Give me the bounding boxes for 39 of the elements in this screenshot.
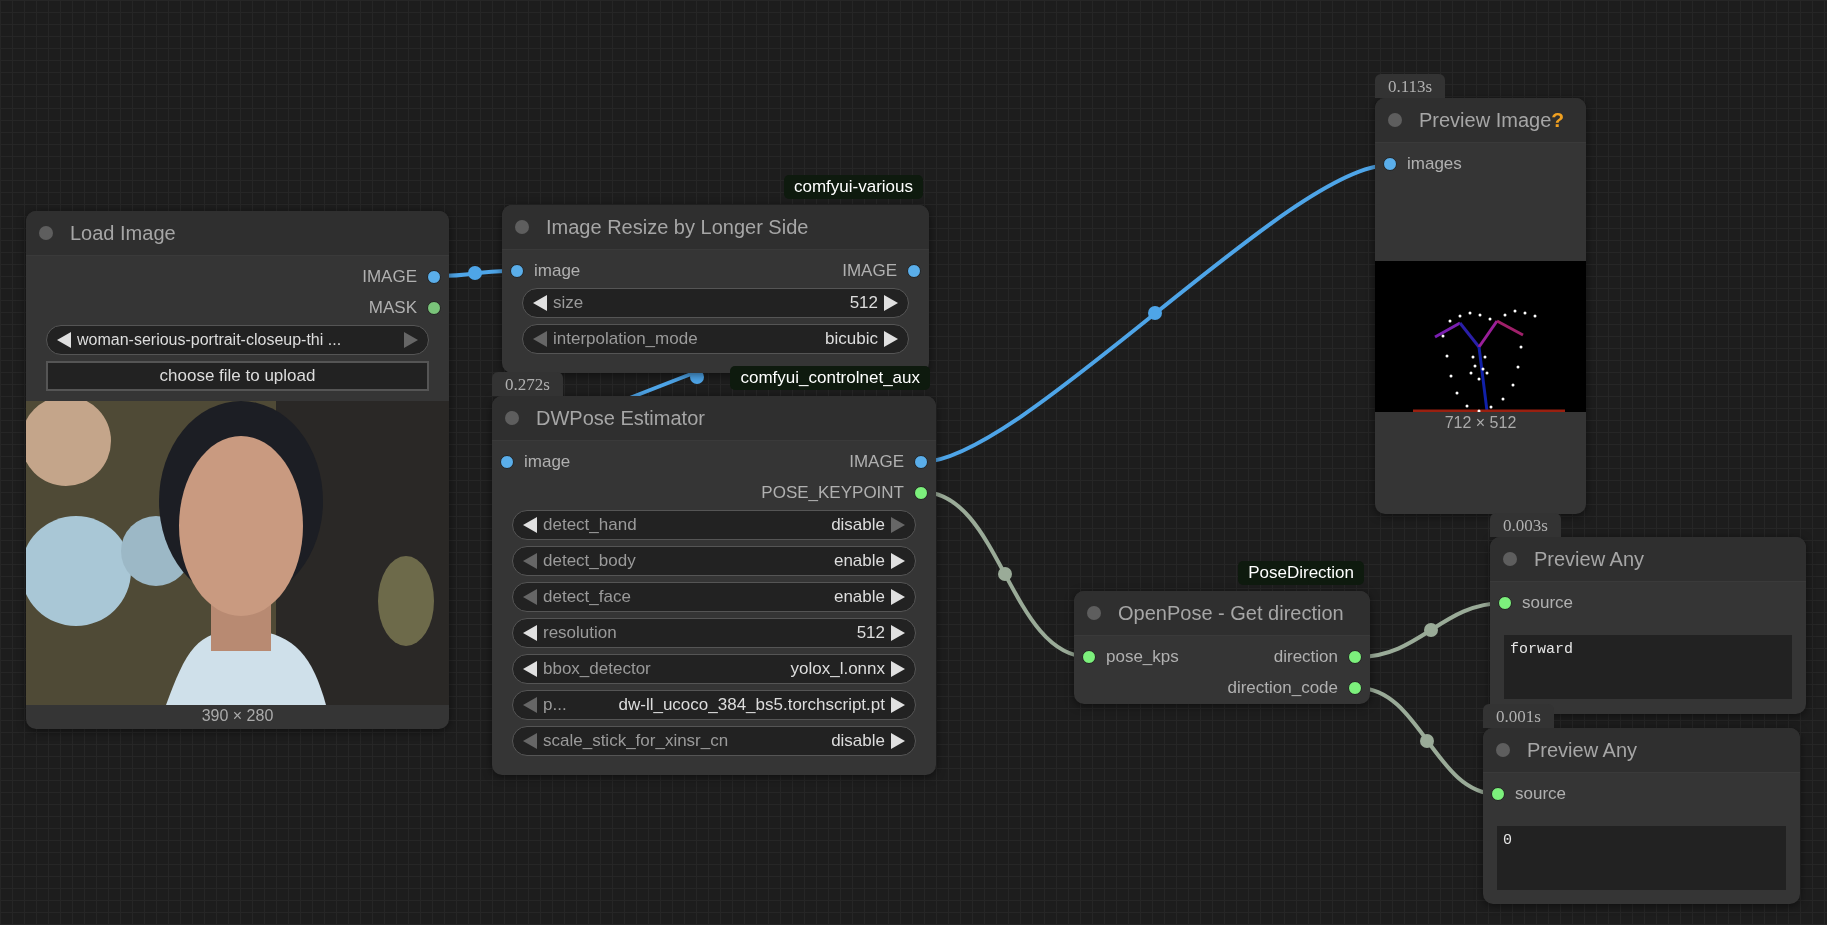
slot-label: source (1522, 592, 1574, 613)
slot-label: POSE_KEYPOINT (761, 482, 904, 503)
image-size-caption: 390 × 280 (201, 706, 274, 726)
combo-widget[interactable]: detect_hand disable (512, 510, 916, 540)
node-source-badge: comfyui-various (783, 175, 923, 199)
combo-widget[interactable]: resolution 512 (512, 618, 916, 648)
slot-label: images (1407, 153, 1462, 174)
slot-label: direction (1273, 646, 1338, 667)
node-title: Preview Image (1419, 108, 1552, 132)
node-title: Preview Any (1527, 738, 1638, 762)
slot-label: IMAGE (362, 266, 417, 287)
image-size-caption: 712 × 512 (1444, 413, 1517, 433)
upload-button[interactable]: choose file to upload (46, 361, 429, 391)
combo-widget[interactable]: detect_body enable (512, 546, 916, 576)
combo-widget[interactable]: p... dw-ll_ucoco_384_bs5.torchscript.pt (512, 690, 916, 720)
slot-label: MASK (368, 297, 417, 318)
node-title: Load Image (70, 221, 176, 245)
output-text-area[interactable]: 0 (1497, 826, 1786, 890)
slot-label: image (534, 260, 581, 281)
combo-widget[interactable]: size 512 (522, 288, 909, 318)
combo-widget[interactable]: bbox_detector yolox_l.onnx (512, 654, 916, 684)
slot-label: pose_kps (1106, 646, 1179, 667)
node-source-badge: comfyui_controlnet_aux (730, 366, 930, 390)
slot-label: image (524, 451, 571, 472)
slot-label: direction_code (1227, 677, 1338, 698)
node-source-badge: PoseDirection (1238, 561, 1364, 585)
node-title: DWPose Estimator (536, 406, 705, 430)
node-title: Preview Any (1534, 547, 1645, 571)
combo-widget[interactable]: scale_stick_for_xinsr_cn disable (512, 726, 916, 756)
combo-widget[interactable]: detect_face enable (512, 582, 916, 612)
combo-widget[interactable]: interpolation_mode bicubic (522, 324, 909, 354)
slot-label: IMAGE (849, 451, 904, 472)
output-text-area[interactable]: forward (1504, 635, 1792, 699)
help-link[interactable]: ? (1551, 108, 1565, 132)
node-title: OpenPose - Get direction (1118, 601, 1344, 625)
node-title: Image Resize by Longer Side (546, 215, 809, 239)
slot-label: IMAGE (842, 260, 897, 281)
slot-label: source (1515, 783, 1567, 804)
combo-widget[interactable]: woman-serious-portrait-closeup-thi ... (46, 325, 429, 355)
